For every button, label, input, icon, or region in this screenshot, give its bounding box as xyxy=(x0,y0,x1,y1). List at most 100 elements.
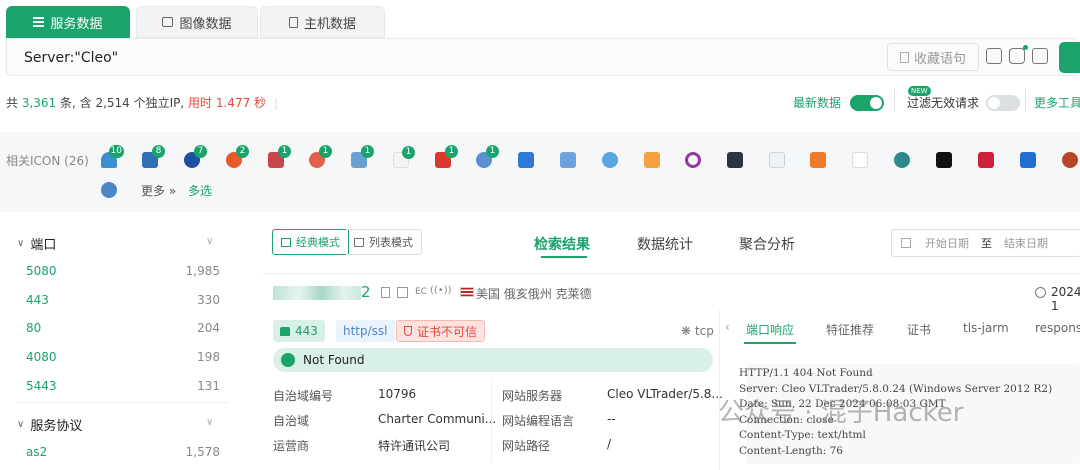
multi-select-link[interactable]: 多选 xyxy=(188,182,212,199)
result-card: 2 EC ((•)) 美国 俄亥俄州 克莱德 2024-1 443 http/s… xyxy=(263,273,1080,470)
tab-response[interactable]: response xyxy=(1035,321,1080,335)
tab-tls-jarm[interactable]: tls-jarm xyxy=(963,321,1009,335)
related-icons-panel: 相关ICON (26) 10 8 7 2 1 1 1 1 1 1 更多 » 多选 xyxy=(0,132,1080,212)
redacted-ip xyxy=(273,286,361,300)
field-value: Cleo VLTrader/5.8... xyxy=(607,387,723,401)
latest-data-label: 最新数据 xyxy=(793,96,842,110)
grid-icon[interactable]: 1 xyxy=(351,145,374,168)
tab-aggregate-analysis[interactable]: 聚合分析 xyxy=(739,234,795,254)
field-value: Charter Communi... xyxy=(378,412,497,426)
active-tab-indicator xyxy=(541,256,587,258)
xt-icon[interactable] xyxy=(810,152,826,168)
search-input[interactable]: Server:"Cleo" xyxy=(24,50,118,66)
classic-mode-button[interactable]: 经典模式 xyxy=(272,229,349,255)
field-value: / xyxy=(607,437,612,451)
tab-label: 图像数据 xyxy=(179,16,232,32)
list-item[interactable]: as2 1,578 xyxy=(26,445,220,459)
divider xyxy=(491,382,492,462)
scan-icon[interactable] xyxy=(986,48,1002,64)
total-count: 3,361 xyxy=(21,96,57,110)
v-brand-icon[interactable]: 10 xyxy=(101,145,124,168)
broadcast-icon: ((•)) xyxy=(430,285,452,296)
ec-label: EC xyxy=(415,287,427,297)
us-flag-icon xyxy=(460,287,474,297)
figure-icon[interactable] xyxy=(852,152,868,168)
grid-icon xyxy=(281,237,291,247)
a-letter-icon[interactable]: 1 xyxy=(393,146,415,168)
bb-icon[interactable] xyxy=(936,152,952,168)
protocol-chip[interactable]: http/ssl xyxy=(336,320,395,342)
external-link-icon[interactable] xyxy=(397,287,408,298)
ip-count: 2,514 xyxy=(95,96,130,110)
divider xyxy=(719,310,720,470)
u-logo-icon[interactable] xyxy=(978,152,994,168)
red-circle-icon[interactable]: 1 xyxy=(309,145,332,168)
list-item[interactable]: 4080 198 xyxy=(26,350,220,364)
date-range-picker[interactable]: 开始日期 至 结束日期 xyxy=(891,229,1080,257)
tab-feature-recommend[interactable]: 特征推荐 xyxy=(826,321,874,338)
drive-icon[interactable] xyxy=(101,182,117,198)
latest-data-toggle[interactable] xyxy=(850,95,884,111)
search-bar: Server:"Cleo" 收藏语句 xyxy=(6,38,1080,76)
protocol-section-header[interactable]: ∨ 服务协议 xyxy=(17,415,82,434)
list-item[interactable]: 443 330 xyxy=(26,293,220,307)
red-x-icon[interactable]: 1 xyxy=(435,145,458,168)
list-item[interactable]: 80 204 xyxy=(26,321,220,335)
port-section-header[interactable]: ∨ 端口 xyxy=(17,234,56,253)
tab-port-response[interactable]: 端口响应 xyxy=(746,321,794,338)
teal-logo-icon[interactable] xyxy=(894,152,910,168)
copy-icon[interactable] xyxy=(381,287,390,298)
ip-link[interactable]: 2 xyxy=(361,283,371,301)
e-logo-icon[interactable]: 7 xyxy=(184,145,207,168)
collapse-chevron-icon[interactable]: ∨ xyxy=(206,236,213,247)
tab-host-data[interactable]: 主机数据 xyxy=(260,6,385,38)
tab-image-data[interactable]: 图像数据 xyxy=(136,6,258,38)
red-app-icon[interactable]: 1 xyxy=(268,145,291,168)
k-logo-icon[interactable] xyxy=(1020,152,1036,168)
field-label: 网站服务器 xyxy=(502,389,563,403)
tab-service-data[interactable]: 服务数据 xyxy=(6,6,130,38)
more-tools-link[interactable]: 更多工具 xyxy=(1034,94,1080,111)
tab-data-stats[interactable]: 数据统计 xyxy=(637,234,693,254)
transport-label: ❋ tcp xyxy=(681,324,714,338)
cloud-icon[interactable] xyxy=(727,152,743,168)
outlook-icon[interactable] xyxy=(518,152,534,168)
divider: | xyxy=(273,96,278,110)
globe-icon[interactable] xyxy=(602,152,618,168)
cleo-icon[interactable]: 8 xyxy=(142,145,165,168)
list-mode-button[interactable]: 列表模式 xyxy=(346,229,422,255)
chevron-down-icon: ∨ xyxy=(17,238,25,249)
collapse-chevron-icon[interactable]: ∨ xyxy=(206,417,213,428)
tab-search-results[interactable]: 检索结果 xyxy=(534,234,590,254)
blue-circle-icon[interactable]: 1 xyxy=(476,145,499,168)
related-icons-label: 相关ICON (26) xyxy=(6,154,89,168)
doc-icon[interactable] xyxy=(560,152,576,168)
list-icon xyxy=(354,237,364,247)
link-icon xyxy=(281,353,295,367)
shield-icon[interactable] xyxy=(644,152,660,168)
brown-logo-icon[interactable] xyxy=(1062,152,1078,168)
field-label: 网站路径 xyxy=(502,439,551,453)
tab-certificate[interactable]: 证书 xyxy=(907,321,931,338)
response-line: Content-Type: text/html xyxy=(739,429,866,441)
result-stats: 共 3,361 条, 含 2,514 个独立IP, 用时 1.477 秒 | xyxy=(6,96,278,110)
bookmark-icon xyxy=(899,51,909,63)
chevron-left-icon[interactable]: ‹ xyxy=(725,320,730,334)
location-text: 美国 俄亥俄州 克莱德 xyxy=(476,287,592,301)
list-item[interactable]: 5080 1,985 xyxy=(26,264,220,278)
search-button[interactable] xyxy=(1059,42,1080,73)
filter-invalid-toggle[interactable] xyxy=(986,95,1020,111)
more-icons-link[interactable]: 更多 » xyxy=(141,182,176,199)
field-label: 自治域 xyxy=(273,414,310,428)
image-search-icon[interactable] xyxy=(1009,45,1028,64)
list-icon xyxy=(33,17,45,27)
chart-icon[interactable] xyxy=(769,152,785,168)
field-label: 运营商 xyxy=(273,439,310,453)
list-item[interactable]: 5443 131 xyxy=(26,379,220,393)
port-chip[interactable]: 443 xyxy=(273,320,325,342)
gear-icon: ❋ xyxy=(681,324,692,338)
screenshot-icon[interactable] xyxy=(1032,48,1048,64)
ring-icon[interactable] xyxy=(685,152,701,168)
favorite-query-button[interactable]: 收藏语句 xyxy=(887,43,979,71)
orange-logo-icon[interactable]: 2 xyxy=(226,145,249,168)
